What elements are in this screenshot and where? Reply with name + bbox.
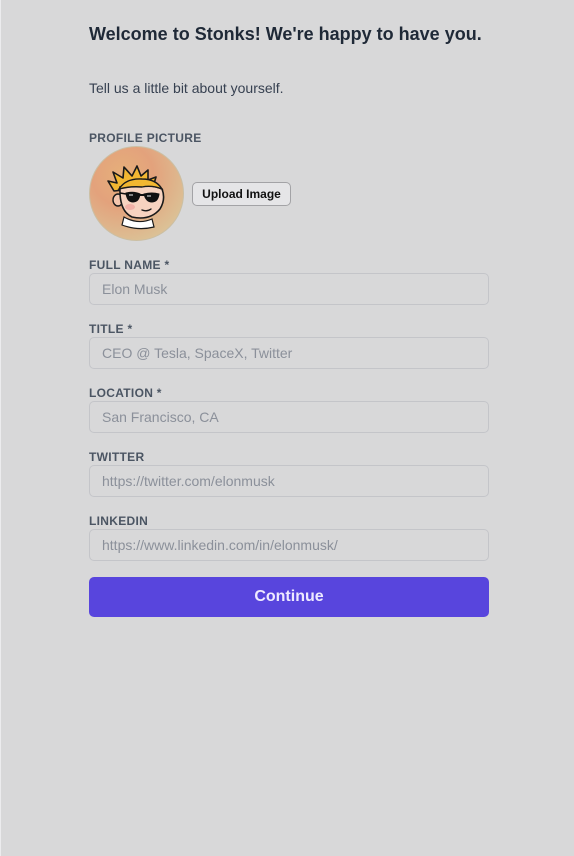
location-label: LOCATION * [89,386,162,400]
page-title: Welcome to Stonks! We're happy to have y… [89,24,482,44]
linkedin-label: LINKEDIN [89,514,149,528]
title-input[interactable] [89,337,489,369]
profile-picture-label: PROFILE PICTURE [89,131,202,145]
full-name-label: FULL NAME * [89,258,170,272]
linkedin-input[interactable] [89,529,489,561]
title-label: TITLE * [89,322,133,336]
page-subtitle: Tell us a little bit about yourself. [89,80,284,96]
twitter-label: TWITTER [89,450,145,464]
avatar [89,146,184,241]
continue-button[interactable]: Continue [89,577,489,617]
twitter-input[interactable] [89,465,489,497]
avatar-image-icon [107,165,165,230]
onboarding-page: Welcome to Stonks! We're happy to have y… [0,0,574,856]
full-name-input[interactable] [89,273,489,305]
location-input[interactable] [89,401,489,433]
upload-image-button[interactable]: Upload Image [192,182,291,206]
